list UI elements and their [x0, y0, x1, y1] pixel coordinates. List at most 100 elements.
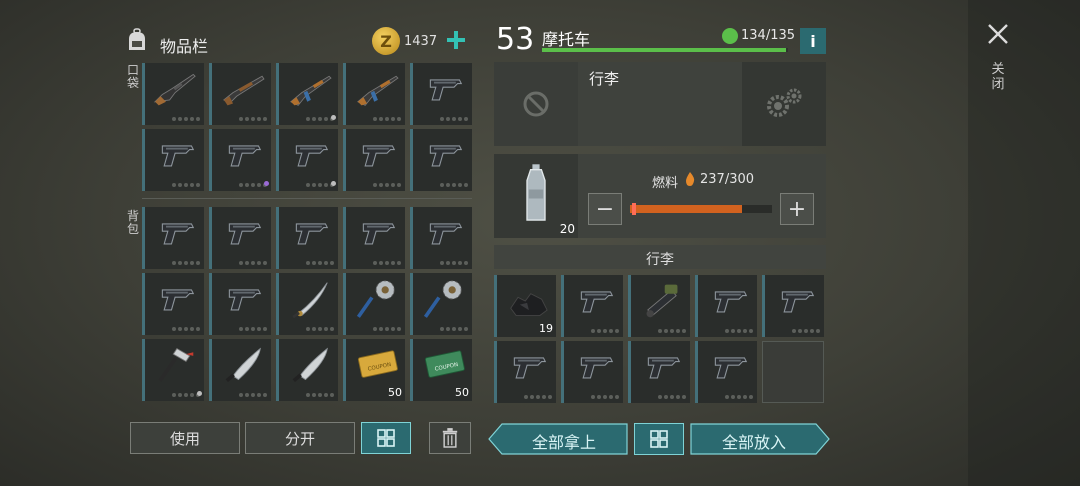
backpack-slot[interactable] — [410, 273, 472, 335]
fuel-slider[interactable] — [630, 203, 772, 215]
storage-slot[interactable] — [561, 275, 623, 337]
quality-dots — [306, 183, 334, 187]
backpack-slot[interactable] — [142, 273, 204, 335]
quality-dots — [658, 329, 686, 333]
pocket-slot[interactable] — [276, 129, 338, 191]
quality-dots — [306, 261, 334, 265]
trash-button[interactable] — [429, 422, 471, 454]
pocket-slot[interactable] — [209, 129, 271, 191]
put-all-button[interactable]: 全部放入 — [690, 423, 830, 455]
pistol-icon — [362, 145, 396, 167]
luggage-title: 行李 — [589, 70, 620, 88]
fuel-increase-button[interactable]: + — [780, 193, 814, 225]
rarity-dot — [264, 181, 269, 186]
take-all-button[interactable]: 全部拿上 — [488, 423, 628, 455]
quality-dots — [306, 393, 334, 397]
quality-dots — [239, 117, 267, 121]
backpack-slot[interactable]: COUPON 50 — [343, 339, 405, 401]
storage-slot[interactable] — [628, 341, 690, 403]
fuel-decrease-button[interactable]: − — [588, 193, 622, 225]
wrench-icon — [722, 28, 738, 44]
backpack-slot[interactable] — [410, 207, 472, 269]
quality-dots — [172, 117, 200, 121]
backpack-slot[interactable] — [343, 207, 405, 269]
quality-dots — [440, 261, 468, 265]
backpack-slot[interactable]: COUPON 50 — [410, 339, 472, 401]
use-button[interactable]: 使用 — [130, 422, 240, 454]
pocket-slot[interactable] — [142, 63, 204, 125]
backpack-slot[interactable] — [276, 273, 338, 335]
pistol-icon — [228, 289, 262, 311]
backpack-slot[interactable] — [276, 339, 338, 401]
sort-inventory-button[interactable] — [361, 422, 411, 454]
info-button[interactable]: i — [800, 28, 826, 54]
rarity-dot — [331, 115, 336, 120]
quality-dots — [306, 327, 334, 331]
add-coins-button[interactable] — [444, 28, 468, 52]
fuel-item-slot[interactable]: 20 — [494, 154, 578, 238]
pocket-label: 口袋 — [126, 63, 139, 90]
backpack-slot[interactable] — [209, 273, 271, 335]
hammer-icon — [158, 348, 194, 382]
fuel-flame-icon — [684, 171, 696, 186]
shotgun-icon — [223, 75, 265, 106]
backpack-slot[interactable] — [276, 207, 338, 269]
pistol-icon — [714, 291, 748, 313]
grid-icon — [650, 430, 668, 448]
storage-slot[interactable] — [762, 275, 824, 337]
pocket-slot[interactable] — [410, 129, 472, 191]
quality-dots — [239, 261, 267, 265]
pistol-icon — [295, 223, 329, 245]
pocket-slot[interactable] — [410, 63, 472, 125]
pocket-slot[interactable] — [343, 129, 405, 191]
grid-icon — [377, 429, 395, 447]
side-strip — [968, 0, 1080, 486]
backpack-slot[interactable] — [142, 339, 204, 401]
inventory-title: 物品栏 — [160, 37, 209, 56]
water-bottle-icon — [526, 164, 546, 221]
backpack-slot[interactable] — [142, 207, 204, 269]
split-button[interactable]: 分开 — [245, 422, 355, 454]
storage-slot[interactable] — [494, 341, 556, 403]
pocket-slot[interactable] — [343, 63, 405, 125]
settings-slot[interactable] — [742, 62, 826, 146]
quality-dots — [658, 395, 686, 399]
backpack-slot[interactable] — [209, 207, 271, 269]
fuel-slider-handle[interactable] — [632, 203, 636, 215]
luggage-slot[interactable] — [494, 62, 578, 146]
storage-slot[interactable]: 19 — [494, 275, 556, 337]
backpack-icon — [124, 28, 150, 54]
backpack-label: 背包 — [126, 209, 139, 236]
storage-slot[interactable] — [628, 275, 690, 337]
katana-icon — [292, 282, 328, 319]
quality-dots — [306, 117, 334, 121]
backpack-slot[interactable] — [343, 273, 405, 335]
saw-mace-icon — [423, 280, 462, 318]
put-all-label: 全部放入 — [721, 433, 786, 452]
gears-icon — [767, 88, 802, 117]
close-label[interactable]: 关闭 — [991, 62, 1005, 92]
sort-storage-button[interactable] — [634, 423, 684, 455]
quality-dots — [591, 329, 619, 333]
quality-dots — [440, 327, 468, 331]
pistol-icon — [580, 357, 614, 379]
pocket-slot[interactable] — [276, 63, 338, 125]
pocket-slot[interactable] — [209, 63, 271, 125]
storage-slot[interactable] — [762, 341, 824, 403]
durability-bar — [542, 48, 788, 52]
rarity-dot — [197, 391, 202, 396]
rifle-icon — [153, 73, 196, 106]
pocket-slot[interactable] — [142, 129, 204, 191]
durability-value: 134/135 — [741, 28, 796, 43]
pistol-icon — [580, 291, 614, 313]
storage-slot[interactable] — [695, 341, 757, 403]
storage-slot[interactable] — [695, 275, 757, 337]
vehicle-level: 53 — [496, 22, 535, 57]
quality-dots — [373, 261, 401, 265]
close-button[interactable] — [986, 22, 1010, 46]
backpack-slot[interactable] — [209, 339, 271, 401]
close-icon — [988, 24, 1008, 44]
pistol-icon — [429, 145, 463, 167]
pistol-icon — [429, 79, 463, 101]
storage-slot[interactable] — [561, 341, 623, 403]
